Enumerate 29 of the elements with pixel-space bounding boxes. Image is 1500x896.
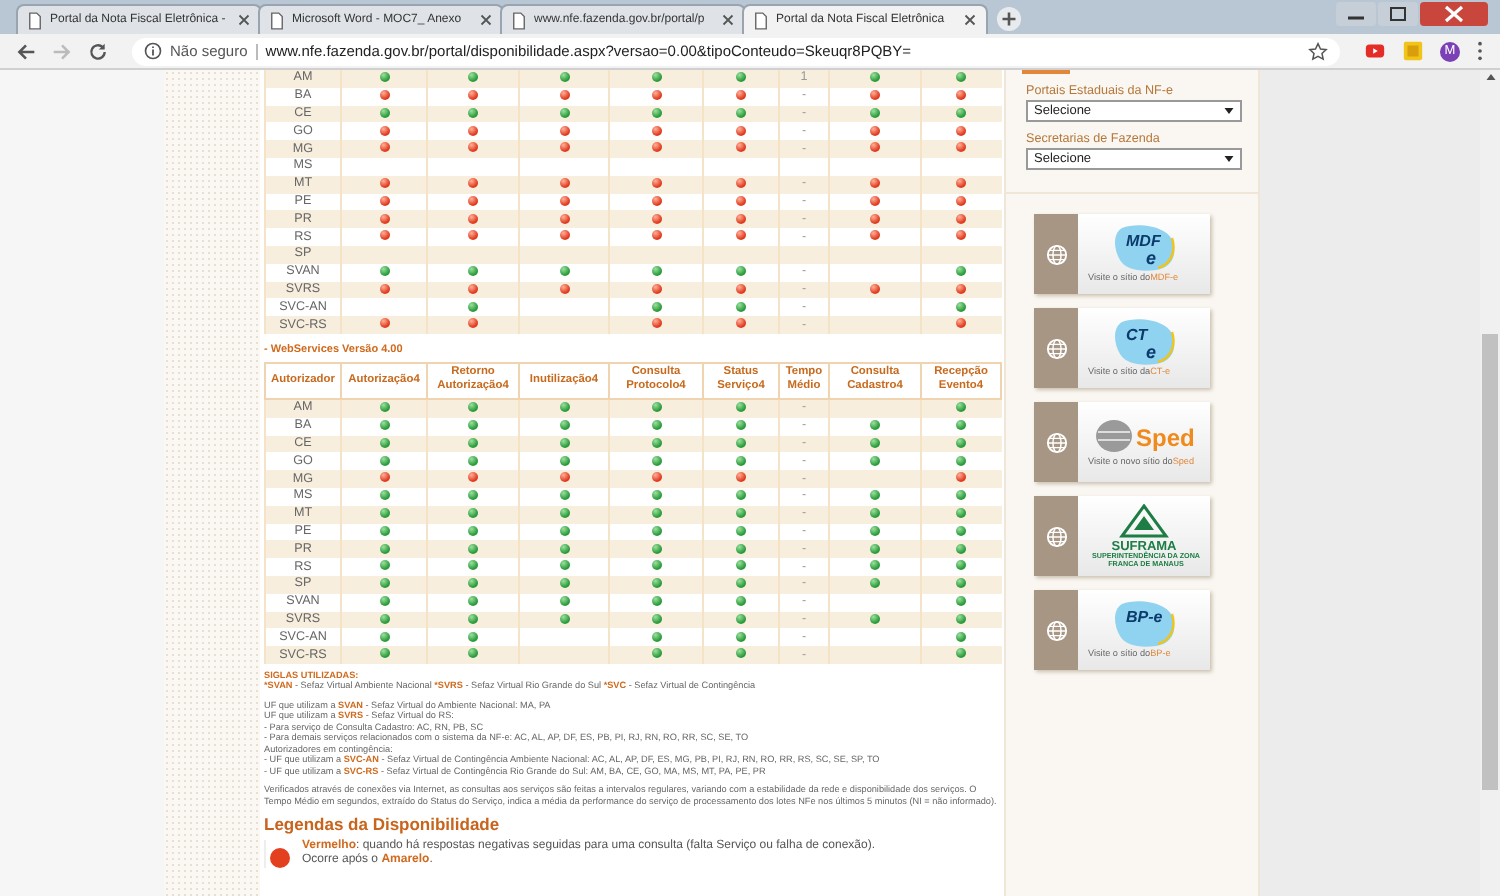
dropdown-caret-icon	[1224, 108, 1234, 114]
globe-icon	[1045, 431, 1067, 453]
globe-icon	[1045, 337, 1067, 359]
close-icon[interactable]	[480, 14, 492, 26]
document-icon	[28, 11, 42, 29]
video-extension-icon[interactable]	[1364, 40, 1386, 62]
close-icon[interactable]	[722, 14, 734, 26]
scroll-up-icon[interactable]	[1485, 74, 1495, 80]
reload-icon[interactable]	[88, 41, 108, 61]
back-arrow-icon[interactable]	[16, 41, 36, 61]
new-tab-icon[interactable]	[996, 6, 1022, 32]
maximize-icon[interactable]	[1378, 2, 1418, 26]
document-icon	[754, 11, 768, 29]
legend-title: Legendas da Disponibilidade	[264, 814, 502, 835]
close-icon[interactable]	[238, 14, 250, 26]
dropdown-caret-icon	[1224, 156, 1234, 162]
star-icon[interactable]	[1308, 41, 1328, 61]
close-icon[interactable]	[964, 14, 976, 26]
globe-icon	[1045, 525, 1067, 547]
menu-icon[interactable]	[1476, 40, 1484, 62]
close-icon[interactable]	[1420, 2, 1488, 26]
globe-icon	[1045, 619, 1067, 641]
globe-icon	[1045, 243, 1067, 265]
minimize-icon[interactable]	[1336, 2, 1376, 26]
document-icon	[512, 11, 526, 29]
info-icon	[144, 42, 162, 60]
document-icon	[270, 11, 284, 29]
logo: Sped	[1094, 416, 1194, 457]
scrollbar-thumb[interactable]	[1482, 334, 1498, 790]
